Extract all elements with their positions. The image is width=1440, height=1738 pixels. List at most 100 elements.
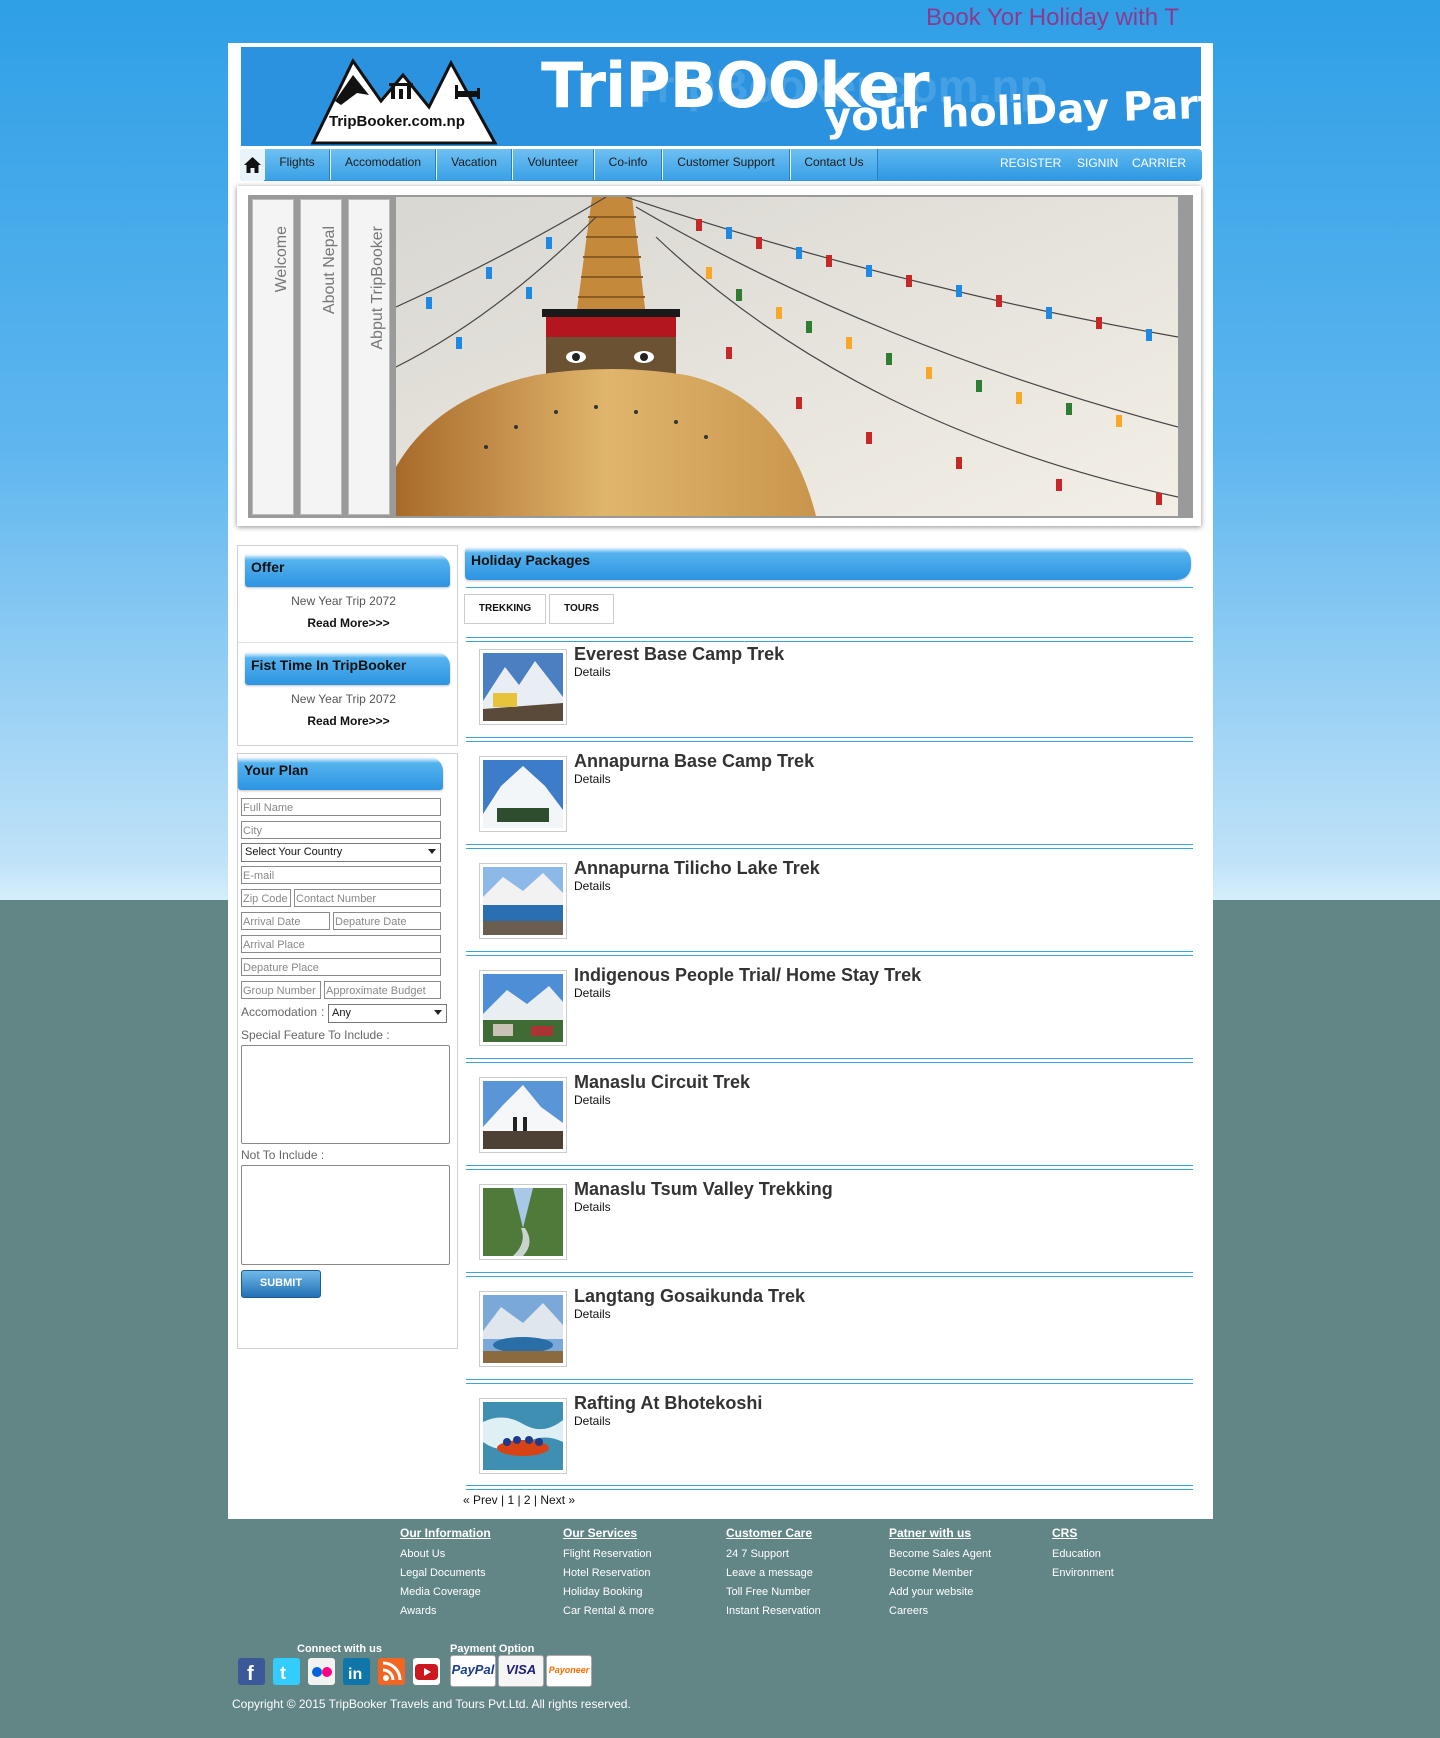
footer-link[interactable]: Media Coverage [400, 1586, 481, 1598]
first-time-text: New Year Trip 2072 [291, 692, 396, 706]
footer-link[interactable]: Instant Reservation [726, 1605, 821, 1617]
package-title-link[interactable]: Annapurna Tilicho Lake Trek [574, 858, 820, 879]
package-title-link[interactable]: Rafting At Bhotekoshi [574, 1393, 762, 1414]
carrier-link[interactable]: CARRIER [1132, 149, 1186, 181]
footer-link[interactable]: Hotel Reservation [563, 1567, 650, 1579]
package-details-link[interactable]: Details [574, 1414, 611, 1428]
not-to-include-textarea[interactable] [241, 1165, 450, 1265]
tab-tours[interactable]: TOURS [549, 594, 614, 624]
offer-read-more-link[interactable]: Read More>>> [243, 616, 454, 630]
footer-link[interactable]: Awards [400, 1605, 436, 1617]
offer-text: New Year Trip 2072 [291, 594, 396, 608]
footer-link[interactable]: 24 7 Support [726, 1548, 789, 1560]
zip-code-input[interactable]: Zip Code [241, 889, 291, 907]
register-link[interactable]: REGISTER [1000, 149, 1061, 181]
package-title-link[interactable]: Manaslu Tsum Valley Trekking [574, 1179, 833, 1200]
footer-link[interactable]: Become Sales Agent [889, 1548, 991, 1560]
footer-heading-info[interactable]: Our Information [400, 1526, 491, 1540]
package-title-link[interactable]: Indigenous People Trial/ Home Stay Trek [574, 965, 921, 986]
package-details-link[interactable]: Details [574, 1093, 611, 1107]
package-thumbnail[interactable] [479, 649, 567, 725]
accomodation-colon: : [321, 1005, 325, 1019]
special-feature-textarea[interactable] [241, 1045, 450, 1144]
first-time-read-more-link[interactable]: Read More>>> [243, 714, 454, 728]
everest-image [483, 653, 563, 721]
package-details-link[interactable]: Details [574, 1307, 611, 1321]
twitter-icon[interactable]: t [273, 1658, 300, 1685]
package-title-link[interactable]: Annapurna Base Camp Trek [574, 751, 814, 772]
tab-about-nepal[interactable]: About Nepal [300, 199, 342, 515]
nav-customer-support[interactable]: Customer Support [662, 149, 790, 180]
nav-flights[interactable]: Flights [264, 149, 330, 180]
footer-link[interactable]: Flight Reservation [563, 1548, 652, 1560]
package-thumbnail[interactable] [479, 1077, 567, 1153]
package-thumbnail[interactable] [479, 756, 567, 832]
home-button[interactable] [240, 149, 264, 181]
tab-trekking[interactable]: TREKKING [464, 594, 546, 624]
manaslu-image [483, 1081, 563, 1149]
nav-co-info[interactable]: Co-info [594, 149, 662, 180]
divider [238, 642, 457, 643]
city-input[interactable]: City [241, 821, 441, 839]
linkedin-icon[interactable]: in [343, 1658, 370, 1685]
email-input[interactable]: E-mail [241, 866, 441, 884]
package-thumbnail[interactable] [479, 970, 567, 1046]
package-title-link[interactable]: Everest Base Camp Trek [574, 644, 784, 665]
group-number-input[interactable]: Group Number [241, 981, 321, 999]
footer-link[interactable]: Leave a message [726, 1567, 813, 1579]
tilicho-lake-image [483, 867, 563, 935]
contact-number-input[interactable]: Contact Number [294, 889, 441, 907]
footer-heading-services[interactable]: Our Services [563, 1526, 637, 1540]
tab-welcome[interactable]: Welcome [252, 199, 294, 515]
footer-link[interactable]: Become Member [889, 1567, 973, 1579]
footer-link[interactable]: Toll Free Number [726, 1586, 810, 1598]
submit-button[interactable]: SUBMIT [241, 1270, 321, 1298]
rss-icon[interactable] [378, 1658, 405, 1685]
youtube-icon[interactable] [413, 1658, 440, 1685]
full-name-input[interactable]: Full Name [241, 798, 441, 816]
package-details-link[interactable]: Details [574, 879, 611, 893]
footer-link[interactable]: Careers [889, 1605, 928, 1617]
footer-link[interactable]: About Us [400, 1548, 445, 1560]
footer-link[interactable]: Education [1052, 1548, 1101, 1560]
package-details-link[interactable]: Details [574, 986, 611, 1000]
nav-volunteer[interactable]: Volunteer [512, 149, 594, 180]
visa-icon: VISA [498, 1655, 544, 1687]
footer-link[interactable]: Car Rental & more [563, 1605, 654, 1617]
package-details-link[interactable]: Details [574, 1200, 611, 1214]
package-thumbnail[interactable] [479, 863, 567, 939]
footer-link[interactable]: Legal Documents [400, 1567, 486, 1579]
footer-link[interactable]: Holiday Booking [563, 1586, 643, 1598]
nav-vacation[interactable]: Vacation [436, 149, 512, 180]
accomodation-select[interactable]: Any [328, 1004, 447, 1023]
approximate-budget-input[interactable]: Approximate Budget [324, 981, 441, 999]
nav-accomodation[interactable]: Accomodation [330, 149, 436, 180]
tab-about-tripbooker[interactable]: Abput TripBooker [348, 199, 390, 515]
flickr-icon[interactable] [308, 1658, 335, 1685]
departure-date-input[interactable]: Depature Date [333, 912, 441, 930]
arrival-date-input[interactable]: Arrival Date [241, 912, 330, 930]
footer-heading-partner[interactable]: Patner with us [889, 1526, 971, 1540]
nav-contact-us[interactable]: Contact Us [790, 149, 878, 180]
hero-slider: Welcome About Nepal Abput TripBooker [237, 186, 1201, 526]
facebook-icon[interactable]: f [238, 1658, 265, 1685]
footer-heading-crs[interactable]: CRS [1052, 1526, 1077, 1540]
package-title-link[interactable]: Langtang Gosaikunda Trek [574, 1286, 805, 1307]
package-details-link[interactable]: Details [574, 665, 611, 679]
package-thumbnail[interactable] [479, 1398, 567, 1474]
package-title-link[interactable]: Manaslu Circuit Trek [574, 1072, 750, 1093]
site-logo[interactable]: TripBooker.com.np [310, 55, 498, 145]
arrival-place-input[interactable]: Arrival Place [241, 935, 441, 953]
departure-place-input[interactable]: Depature Place [241, 958, 441, 976]
package-thumbnail[interactable] [479, 1184, 567, 1260]
country-select[interactable]: Select Your Country [241, 843, 441, 862]
footer-link[interactable]: Add your website [889, 1586, 973, 1598]
package-details-link[interactable]: Details [574, 772, 611, 786]
payoneer-icon: Payoneer [546, 1655, 592, 1687]
footer-heading-customer-care[interactable]: Customer Care [726, 1526, 812, 1540]
pagination[interactable]: « Prev | 1 | 2 | Next » [463, 1493, 575, 1507]
tab-about-nepal-label: About Nepal [321, 226, 338, 315]
footer-link[interactable]: Environment [1052, 1567, 1114, 1579]
signin-link[interactable]: SIGNIN [1077, 149, 1118, 181]
package-thumbnail[interactable] [479, 1291, 567, 1367]
